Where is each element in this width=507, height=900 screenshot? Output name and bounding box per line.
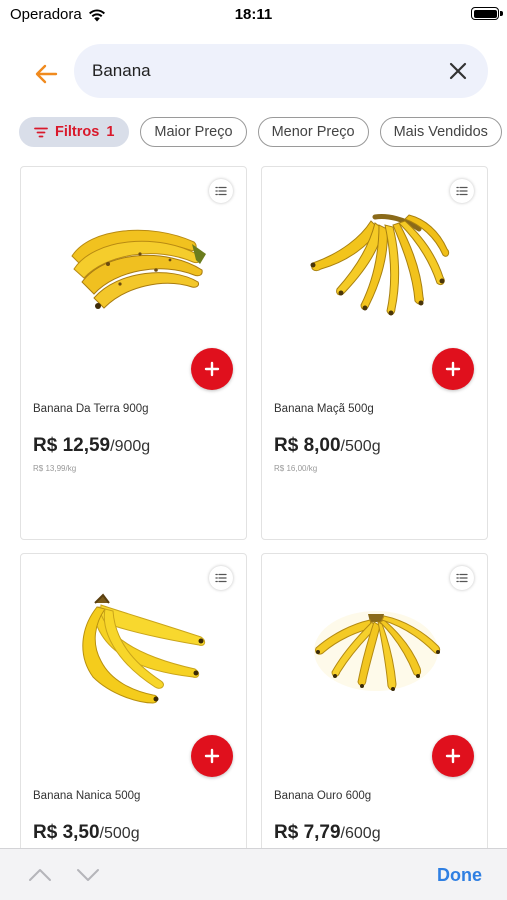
price-value: R$ 12,59 [33,435,111,456]
filter-icon [34,127,48,137]
product-name: Banana Nanica 500g [33,790,141,802]
filter-chips: Filtros 1 Maior Preço Menor Preço Mais V… [19,117,507,149]
product-card[interactable]: Banana Da Terra 900g R$ 12,59/900g R$ 13… [20,166,247,540]
chevron-down-icon [77,869,99,881]
banana-image [81,593,205,704]
banana-image [70,229,206,309]
back-button[interactable] [30,58,62,90]
price-per-kg: R$ 13,99/kg [33,464,77,473]
filters-chip[interactable]: Filtros 1 [19,117,130,147]
product-image[interactable] [282,189,469,339]
status-time: 18:11 [234,6,273,23]
price-unit: /900g [110,438,151,455]
close-icon [449,62,467,80]
add-to-cart-button[interactable] [191,348,233,390]
status-bar: Operadora 18:11 [0,0,507,30]
price-unit: /500g [340,438,381,455]
done-button[interactable]: Done [437,865,482,886]
search-input[interactable] [92,44,432,98]
plus-icon [445,748,461,764]
product-price: R$ 3,50/500g [33,822,140,844]
previous-field-button[interactable] [26,863,54,887]
battery-icon [471,7,499,20]
product-price: R$ 8,00/500g [274,435,381,457]
price-value: R$ 3,50 [33,822,100,843]
price-value: R$ 8,00 [274,435,341,456]
product-image[interactable] [41,576,228,726]
banana-image [310,213,449,315]
battery-tip [500,11,503,16]
price-unit: /500g [99,825,140,842]
product-image[interactable] [282,576,469,726]
product-card[interactable]: Banana Ouro 600g R$ 7,79/600g [261,553,488,883]
plus-icon [204,361,220,377]
product-name: Banana Maçã 500g [274,403,374,415]
product-price: R$ 7,79/600g [274,822,381,844]
filters-count: 1 [106,124,115,140]
next-field-button[interactable] [74,863,102,887]
keyboard-accessory-bar: Done [0,848,507,900]
price-unit: /600g [340,825,381,842]
product-card[interactable]: Banana Nanica 500g R$ 3,50/500g [20,553,247,883]
banana-image [313,611,440,691]
add-to-cart-button[interactable] [432,348,474,390]
product-price: R$ 12,59/900g [33,435,150,457]
product-card[interactable]: Banana Maçã 500g R$ 8,00/500g R$ 16,00/k… [261,166,488,540]
chip-maior-preco[interactable]: Maior Preço [140,117,247,147]
product-name: Banana Ouro 600g [274,790,372,802]
product-name: Banana Da Terra 900g [33,403,149,415]
arrow-left-icon [35,64,58,84]
search-box [74,44,488,98]
product-image[interactable] [41,189,228,339]
filters-chip-label: Filtros [55,124,100,140]
price-per-kg: R$ 16,00/kg [274,464,318,473]
price-value: R$ 7,79 [274,822,341,843]
chip-mais-vendidos[interactable]: Mais Vendidos [379,117,502,147]
chip-menor-preco[interactable]: Menor Preço [257,117,369,147]
clear-search-button[interactable] [444,57,472,85]
chevron-up-icon [29,869,51,881]
plus-icon [204,748,220,764]
add-to-cart-button[interactable] [191,735,233,777]
plus-icon [445,361,461,377]
add-to-cart-button[interactable] [432,735,474,777]
